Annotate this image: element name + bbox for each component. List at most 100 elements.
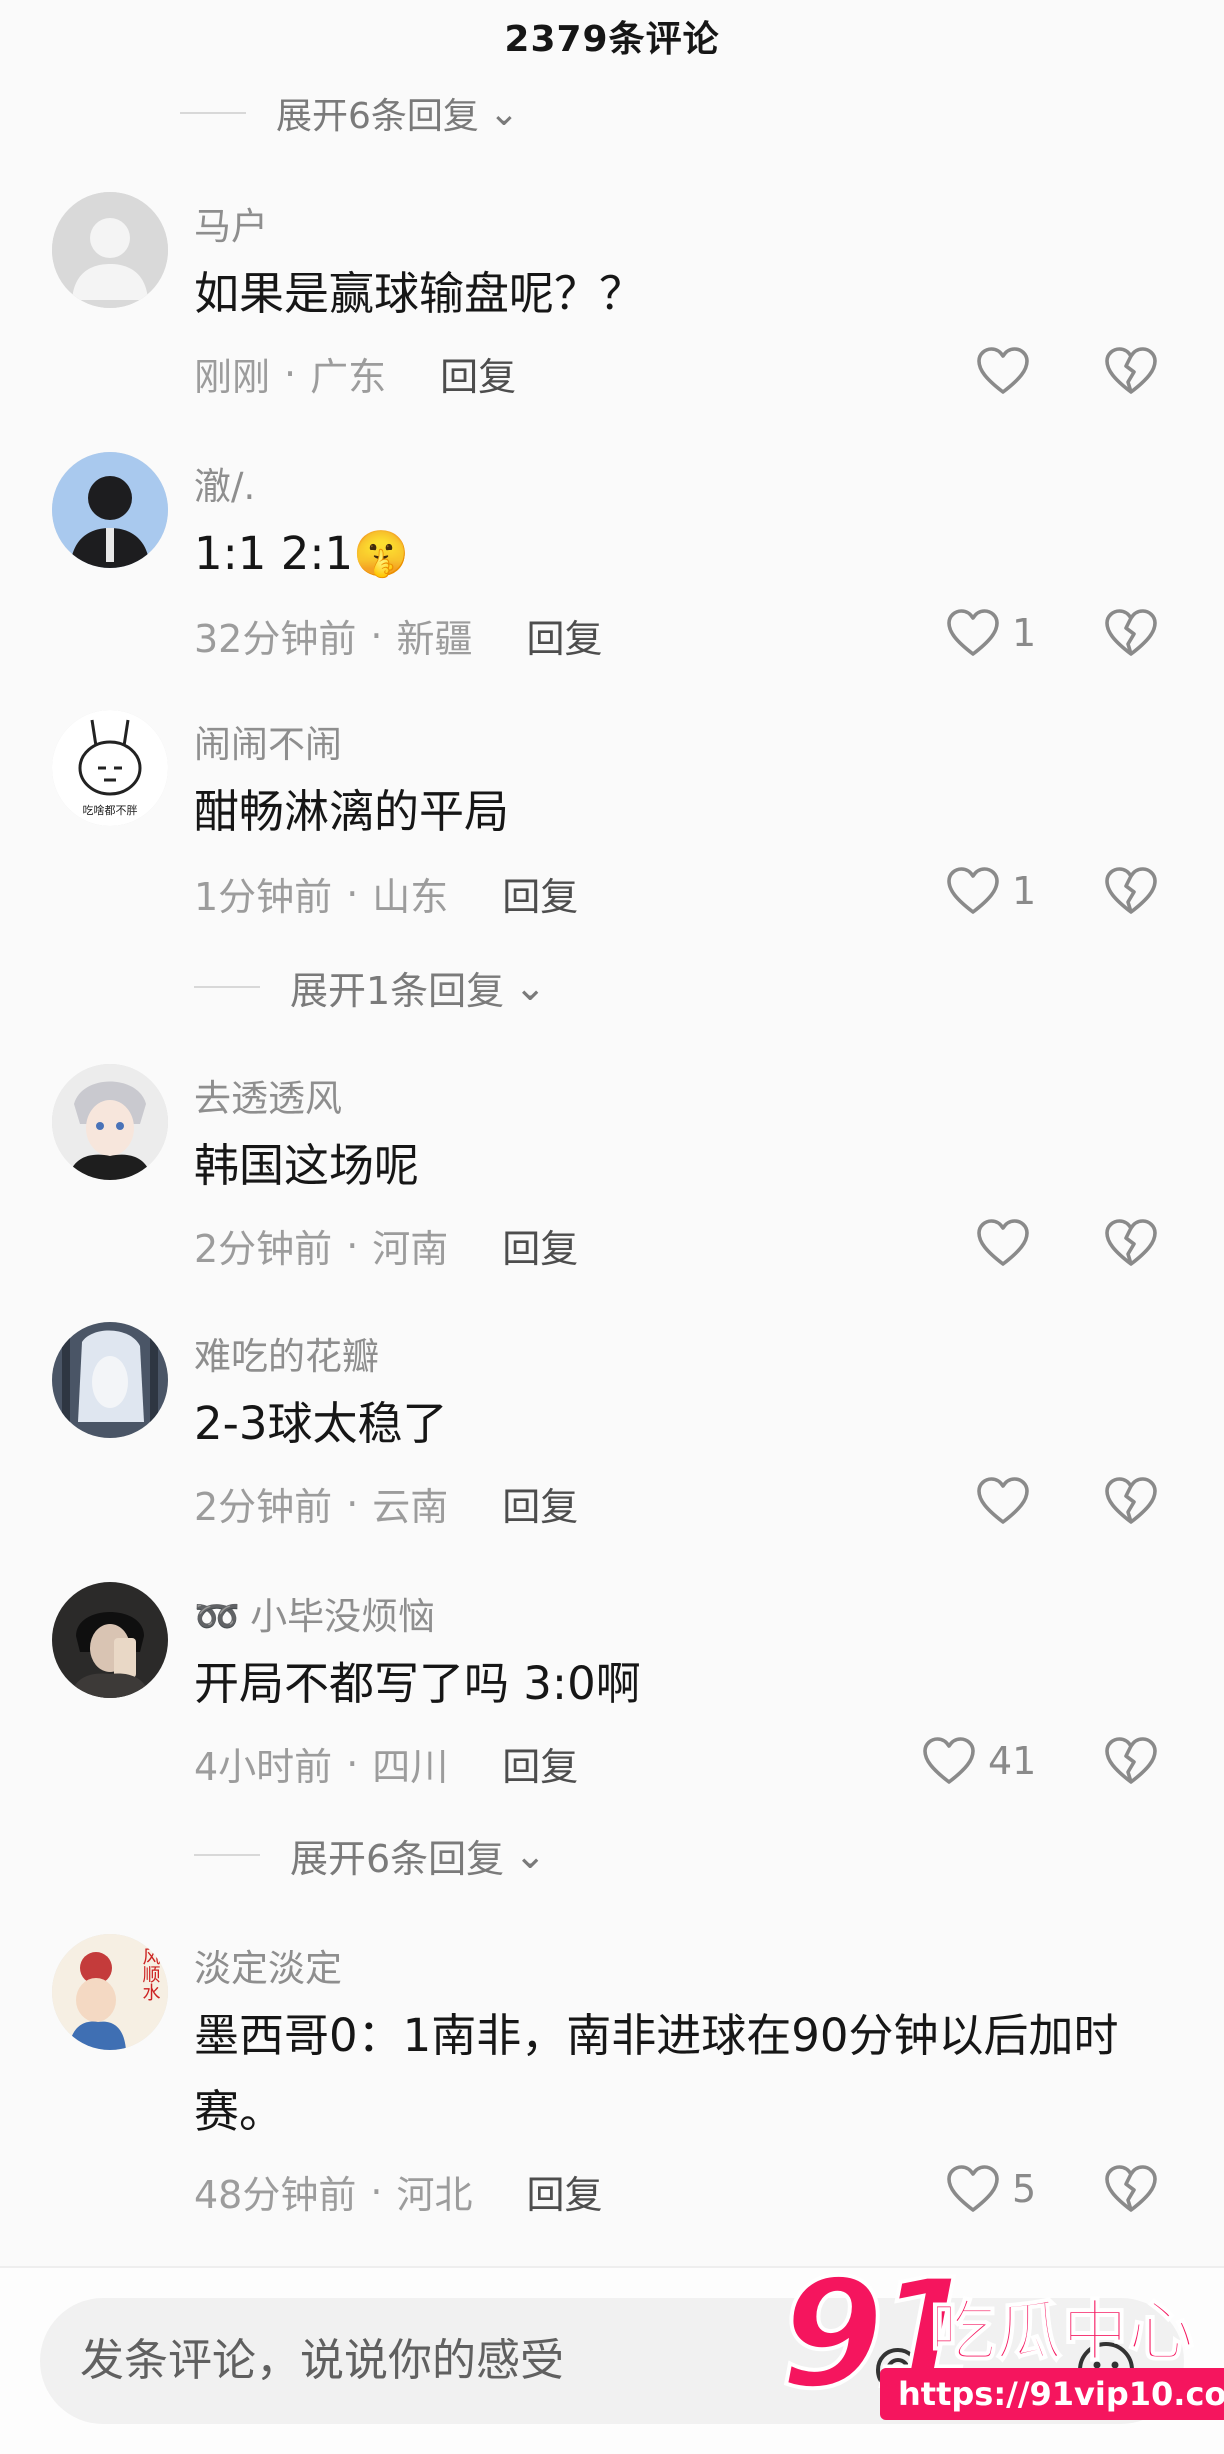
comment-time: 刚刚 xyxy=(194,355,271,399)
broken-heart-icon xyxy=(1104,1736,1158,1786)
chevron-down-icon: ⌄ xyxy=(488,92,520,134)
dislike-button[interactable] xyxy=(1104,1218,1158,1268)
avatar[interactable] xyxy=(52,1064,168,1180)
like-button[interactable]: 1 xyxy=(946,866,1036,916)
heart-outline-icon xyxy=(946,608,1000,658)
comment-location: 河南 xyxy=(372,1227,449,1271)
avatar[interactable]: 风顺水 xyxy=(52,1934,168,2050)
comment-text: 2-3球太稳了 xyxy=(194,1397,448,1450)
like-button[interactable]: 1 xyxy=(946,608,1036,658)
like-button[interactable] xyxy=(976,1476,1042,1526)
username[interactable]: 淡定淡定 xyxy=(194,1938,342,1992)
reply-button[interactable]: 回复 xyxy=(502,1218,578,1273)
like-button[interactable]: 41 xyxy=(922,1736,1036,1786)
expand-replies-label: 展开6条回复 xyxy=(290,1836,505,1881)
reply-button[interactable]: 回复 xyxy=(526,2164,602,2219)
heart-outline-icon xyxy=(922,1736,976,1786)
username[interactable]: ➿ 小毕没烦恼 xyxy=(194,1586,435,1640)
heart-outline-icon xyxy=(976,1218,1030,1268)
reply-button[interactable]: 回复 xyxy=(526,608,602,663)
chevron-down-icon: ⌄ xyxy=(514,965,547,1009)
heart-outline-icon xyxy=(976,346,1030,396)
comment-meta: 1分钟前 · 山东 回复 xyxy=(194,866,578,921)
reply-button[interactable]: 回复 xyxy=(502,1476,578,1531)
like-count: 5 xyxy=(1012,2167,1037,2211)
comment-text: 墨西哥0：1南非，南非进球在90分钟以后加时赛。 xyxy=(194,2009,1119,2138)
comment-location: 四川 xyxy=(372,1745,449,1789)
comment-location: 河北 xyxy=(396,2173,473,2217)
reply-button[interactable]: 回复 xyxy=(502,866,578,921)
broken-heart-icon xyxy=(1104,2164,1158,2214)
watermark-brand: 吃瓜中心 xyxy=(929,2292,1195,2371)
watermark-url: https://91vip10.com xyxy=(880,2368,1224,2420)
dislike-button[interactable] xyxy=(1104,1736,1158,1786)
username[interactable]: 闹闹不闹 xyxy=(194,714,342,768)
avatar-caption: 风顺水 xyxy=(140,1947,161,2001)
badge-icon: ➿ xyxy=(194,1595,241,1638)
dislike-button[interactable] xyxy=(1104,2164,1158,2214)
comment-time: 2分钟前 xyxy=(194,1227,333,1271)
divider-line xyxy=(194,1854,260,1856)
divider-line xyxy=(180,112,246,114)
avatar[interactable] xyxy=(52,1322,168,1438)
like-button[interactable] xyxy=(976,346,1042,396)
avatar[interactable] xyxy=(52,452,168,568)
comment-time: 48分钟前 xyxy=(194,2173,357,2217)
heart-outline-icon xyxy=(946,2164,1000,2214)
dislike-button[interactable] xyxy=(1104,866,1158,916)
heart-outline-icon xyxy=(946,866,1000,916)
username[interactable]: 马户 xyxy=(194,196,268,250)
broken-heart-icon xyxy=(1104,1218,1158,1268)
avatar[interactable] xyxy=(52,192,168,308)
comment-meta: 48分钟前 · 河北 回复 xyxy=(194,2164,602,2219)
comment-time: 1分钟前 xyxy=(194,875,333,919)
comments-header: 2379条评论 xyxy=(0,0,1224,80)
comment-meta: 2分钟前 · 河南 回复 xyxy=(194,1218,578,1273)
like-count: 1 xyxy=(1012,611,1037,655)
comment-location: 山东 xyxy=(372,875,449,919)
expand-replies[interactable]: 展开6条回复 ⌄ xyxy=(194,1830,547,1881)
dislike-button[interactable] xyxy=(1104,608,1158,658)
comment-location: 云南 xyxy=(372,1485,449,1529)
avatar[interactable] xyxy=(52,1582,168,1698)
like-button[interactable]: 5 xyxy=(946,2164,1036,2214)
comment-meta: 刚刚 · 广东 回复 xyxy=(194,346,516,401)
comment-text: 酣畅淋漓的平局 xyxy=(194,785,510,838)
reply-button[interactable]: 回复 xyxy=(440,346,516,401)
broken-heart-icon xyxy=(1104,608,1158,658)
comment-text: 如果是赢球输盘呢？？ xyxy=(194,267,645,320)
expand-replies-label: 展开1条回复 xyxy=(290,968,505,1013)
comment-meta: 32分钟前 · 新疆 回复 xyxy=(194,608,602,663)
comment-text: 开局不都写了吗 3:0啊 xyxy=(194,1657,641,1710)
comment-time: 32分钟前 xyxy=(194,617,357,661)
username[interactable]: 澈/. xyxy=(194,456,255,510)
like-count: 1 xyxy=(1012,869,1037,913)
avatar[interactable]: 吃啥都不胖 xyxy=(52,710,168,826)
username-text: 小毕没烦恼 xyxy=(250,1595,436,1638)
comment-time: 4小时前 xyxy=(194,1745,333,1789)
dislike-button[interactable] xyxy=(1104,1476,1158,1526)
dislike-button[interactable] xyxy=(1104,346,1158,396)
comment-count-title: 2379条评论 xyxy=(504,19,720,60)
expand-replies[interactable]: 展开1条回复 ⌄ xyxy=(194,962,547,1013)
comment-meta: 4小时前 · 四川 回复 xyxy=(194,1736,578,1791)
watermark: 91 吃瓜中心 https://91vip10.com xyxy=(778,2248,1224,2454)
expand-replies-label: 展开6条回复 xyxy=(276,96,479,137)
comment-text: 韩国这场呢 xyxy=(194,1139,420,1192)
comment-location: 广东 xyxy=(310,355,387,399)
like-button[interactable] xyxy=(976,1218,1042,1268)
broken-heart-icon xyxy=(1104,866,1158,916)
comment-text: 1:1 2:1🤫 xyxy=(194,527,410,580)
expand-replies-partial[interactable]: 展开6条回复 ⌄ xyxy=(180,88,519,138)
like-count: 41 xyxy=(988,1739,1037,1783)
comment-meta: 2分钟前 · 云南 回复 xyxy=(194,1476,578,1531)
heart-outline-icon xyxy=(976,1476,1030,1526)
reply-button[interactable]: 回复 xyxy=(502,1736,578,1791)
username[interactable]: 去透透风 xyxy=(194,1068,342,1122)
comment-time: 2分钟前 xyxy=(194,1485,333,1529)
broken-heart-icon xyxy=(1104,1476,1158,1526)
comment-input-placeholder: 发条评论，说说你的感受 xyxy=(80,2335,564,2386)
divider-line xyxy=(194,986,260,988)
chevron-down-icon: ⌄ xyxy=(514,1833,547,1877)
username[interactable]: 难吃的花瓣 xyxy=(194,1326,379,1380)
